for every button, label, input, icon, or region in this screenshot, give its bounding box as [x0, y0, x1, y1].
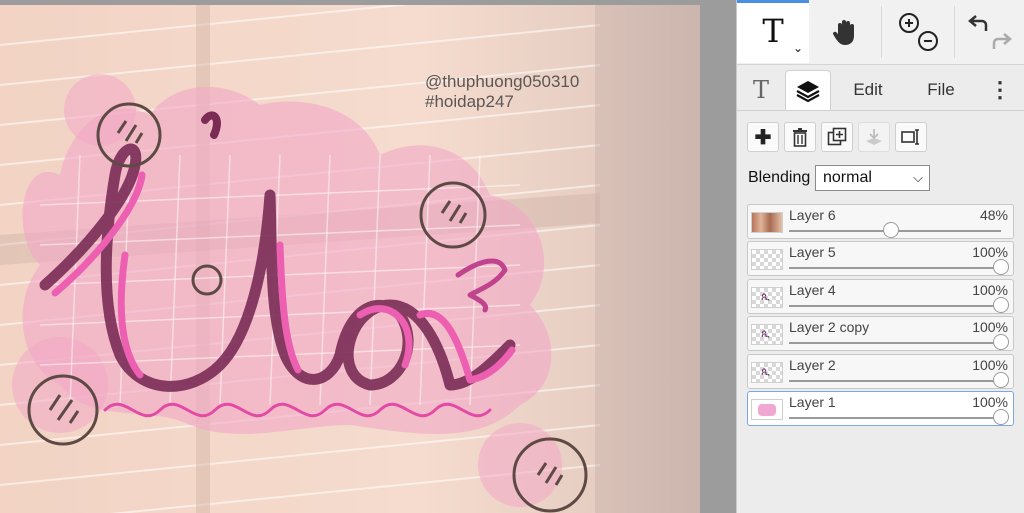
watermark-line-1: @thuphuong050310 [425, 72, 580, 91]
layer-row[interactable]: ጲ Layer 2 copy 100% [747, 316, 1014, 351]
duplicate-icon [827, 127, 847, 146]
layer-thumbnail: ጲ [751, 362, 783, 383]
opacity-slider-handle[interactable] [993, 409, 1009, 425]
opacity-slider-handle[interactable] [882, 222, 899, 238]
layer-name: Layer 2 [789, 357, 836, 373]
zoom-icon [899, 12, 938, 51]
duplicate-layer-button[interactable] [821, 122, 853, 152]
add-layer-button[interactable]: ✚ [747, 122, 779, 152]
layer-row[interactable]: Layer 1 100% [747, 391, 1014, 426]
layer-name: Layer 6 [789, 207, 836, 223]
layer-name: Layer 2 copy [789, 319, 870, 335]
zoom-tool-button[interactable] [882, 0, 954, 63]
opacity-slider-track[interactable] [789, 305, 1001, 307]
chevron-down-icon: ⌵ [913, 170, 923, 185]
layer-row[interactable]: ጲ Layer 2 100% [747, 354, 1014, 389]
tab-layers[interactable] [785, 70, 831, 110]
text-icon: T [752, 76, 769, 104]
hand-tool-button[interactable] [809, 0, 881, 63]
text-tool-button[interactable]: T ⌄ [737, 0, 809, 63]
layer-opacity: 100% [972, 282, 1008, 298]
layer-thumbnail [751, 212, 783, 233]
merge-down-button[interactable] [858, 122, 890, 152]
layer-thumbnail [751, 249, 783, 270]
layer-thumbnail: ጲ [751, 287, 783, 308]
layer-opacity: 100% [972, 394, 1008, 410]
layer-row[interactable]: Layer 6 48% [747, 204, 1014, 239]
tool-row: T ⌄ [737, 0, 1024, 65]
plus-icon: ✚ [754, 126, 772, 149]
blending-value: normal [823, 169, 872, 186]
drawing-canvas[interactable]: @thuphuong050310 #hoidap247 [0, 5, 700, 513]
trash-icon [793, 128, 807, 147]
layer-properties-button[interactable] [895, 122, 927, 152]
opacity-slider-track[interactable] [789, 380, 1001, 382]
layer-thumbnail [751, 399, 783, 420]
layer-opacity: 48% [979, 207, 1008, 223]
layer-name: Layer 4 [789, 282, 836, 298]
blending-select[interactable]: normal ⌵ [815, 165, 930, 191]
text-icon: T [762, 12, 784, 50]
layers-icon [796, 80, 820, 102]
tab-file[interactable]: File [909, 70, 973, 110]
undo-redo-icon [968, 14, 1012, 49]
opacity-slider-track[interactable] [789, 267, 1001, 269]
layer-row[interactable]: ጲ Layer 4 100% [747, 279, 1014, 314]
hand-icon [832, 19, 854, 45]
tab-edit[interactable]: Edit [837, 70, 899, 110]
panel-tabs: T Edit File ⋮ [737, 70, 1024, 111]
watermark-line-2: #hoidap247 [425, 92, 514, 111]
layer-opacity: 100% [972, 319, 1008, 335]
layer-opacity: 100% [972, 357, 1008, 373]
layer-thumbnail: ጲ [751, 324, 783, 345]
delete-layer-button[interactable] [784, 122, 816, 152]
undo-redo-button[interactable] [955, 0, 1024, 63]
opacity-slider-handle[interactable] [993, 259, 1009, 275]
chevron-down-icon: ⌄ [792, 41, 803, 55]
workspace: @thuphuong050310 #hoidap247 [0, 0, 736, 513]
tab-text[interactable]: T [741, 70, 781, 110]
artwork [0, 5, 700, 513]
opacity-slider-handle[interactable] [993, 297, 1009, 313]
opacity-slider-handle[interactable] [993, 372, 1009, 388]
layer-row[interactable]: Layer 5 100% [747, 241, 1014, 276]
merge-down-icon [866, 129, 882, 145]
layer-name: Layer 5 [789, 244, 836, 260]
resize-layer-icon [901, 129, 919, 145]
more-vertical-icon[interactable]: ⋮ [985, 70, 1015, 110]
layer-name: Layer 1 [789, 394, 836, 410]
opacity-slider-track[interactable] [789, 342, 1001, 344]
layers-panel: T ⌄ T Edit File ⋮ ✚ Blending normal ⌵ La… [736, 0, 1024, 513]
opacity-slider-handle[interactable] [993, 334, 1009, 350]
layer-opacity: 100% [972, 244, 1008, 260]
blending-label: Blending [748, 169, 811, 186]
opacity-slider-track[interactable] [789, 417, 1001, 419]
